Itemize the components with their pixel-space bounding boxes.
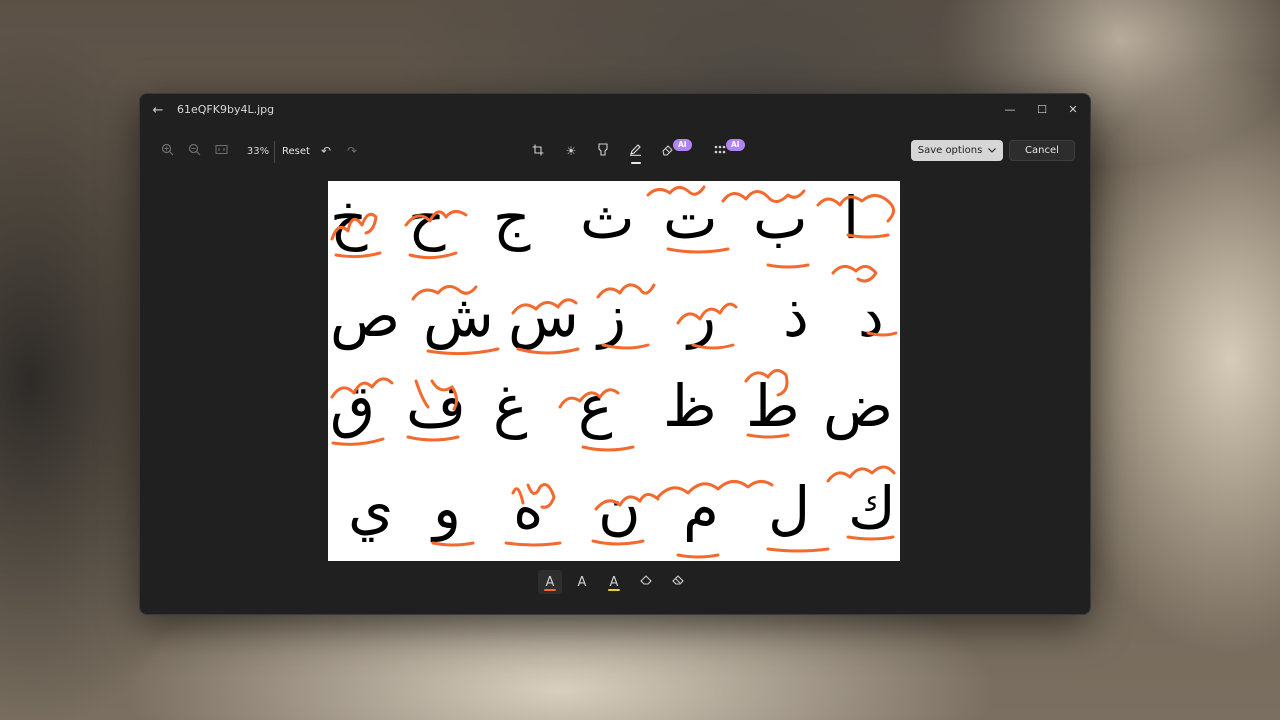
title-bar: ← 61eQFK9by4L.jpg — ☐ ✕ (140, 94, 1090, 126)
eraser-tool[interactable] (634, 570, 658, 594)
brightness-icon: ☀ (565, 144, 577, 158)
ink-annotations (330, 185, 898, 559)
markup-pen-icon (629, 143, 642, 159)
window-title: 61eQFK9by4L.jpg (177, 103, 275, 116)
save-options-button[interactable]: Save options (911, 140, 1003, 161)
zoom-level[interactable]: 33% (243, 134, 273, 168)
chevron-down-icon (988, 145, 997, 156)
arrow-left-icon: ← (152, 102, 164, 118)
reset-button[interactable]: Reset (281, 134, 311, 168)
image-canvas[interactable]: خ ح ج ث ت ب ا ص ش س ز ر ذ د ق ف غ ع ظ ط … (328, 181, 900, 561)
maximize-icon: ☐ (1037, 102, 1047, 116)
generative-erase-icon (661, 143, 674, 159)
ai-badge: AI (726, 139, 745, 151)
eraser-icon (640, 574, 652, 590)
redo-button[interactable]: ↷ (341, 134, 363, 168)
save-options-label: Save options (917, 145, 983, 156)
adjustment-button[interactable]: ☀ (560, 134, 582, 168)
close-icon: ✕ (1068, 102, 1078, 116)
ballpoint-pen-icon: A (545, 574, 555, 590)
zoom-out-icon (188, 143, 201, 159)
erase-all-tool[interactable] (666, 570, 690, 594)
toolbar-divider (274, 141, 275, 163)
ballpoint-pen-tool[interactable]: A (538, 570, 562, 594)
filter-icon (598, 143, 608, 159)
background-blur-icon (713, 144, 727, 158)
crop-icon (532, 144, 544, 159)
undo-icon: ↶ (320, 144, 332, 158)
filter-button[interactable] (592, 134, 614, 168)
undo-button[interactable]: ↶ (315, 134, 337, 168)
ink-color-swatch (544, 589, 556, 591)
zoom-out-button[interactable] (183, 134, 205, 168)
zoom-in-icon (161, 143, 174, 159)
redo-icon: ↷ (346, 144, 358, 158)
highlighter-tool[interactable]: A (602, 570, 626, 594)
minimize-button[interactable]: — (994, 94, 1026, 124)
zoom-in-button[interactable] (156, 134, 178, 168)
pencil-icon: A (577, 574, 587, 590)
highlighter-color-swatch (608, 589, 620, 591)
back-button[interactable]: ← (146, 98, 170, 122)
fit-to-window-button[interactable] (210, 134, 232, 168)
photos-editor-window: ← 61eQFK9by4L.jpg — ☐ ✕ 33% Reset ↶ ↷ ☀ … (139, 93, 1091, 615)
ai-badge: AI (673, 139, 692, 151)
crop-button[interactable] (527, 134, 549, 168)
highlighter-icon: A (609, 574, 619, 590)
markup-tools-bar: A A A (536, 570, 694, 594)
erase-all-icon (672, 574, 684, 590)
active-tool-indicator (631, 162, 641, 164)
fit-to-window-icon (215, 144, 228, 158)
maximize-button[interactable]: ☐ (1026, 94, 1058, 124)
minimize-icon: — (1004, 102, 1016, 116)
close-button[interactable]: ✕ (1057, 94, 1089, 124)
pencil-tool[interactable]: A (570, 570, 594, 594)
edit-toolbar: 33% Reset ↶ ↷ ☀ AI AI Save options Cance… (140, 134, 1090, 168)
cancel-button[interactable]: Cancel (1009, 140, 1075, 161)
